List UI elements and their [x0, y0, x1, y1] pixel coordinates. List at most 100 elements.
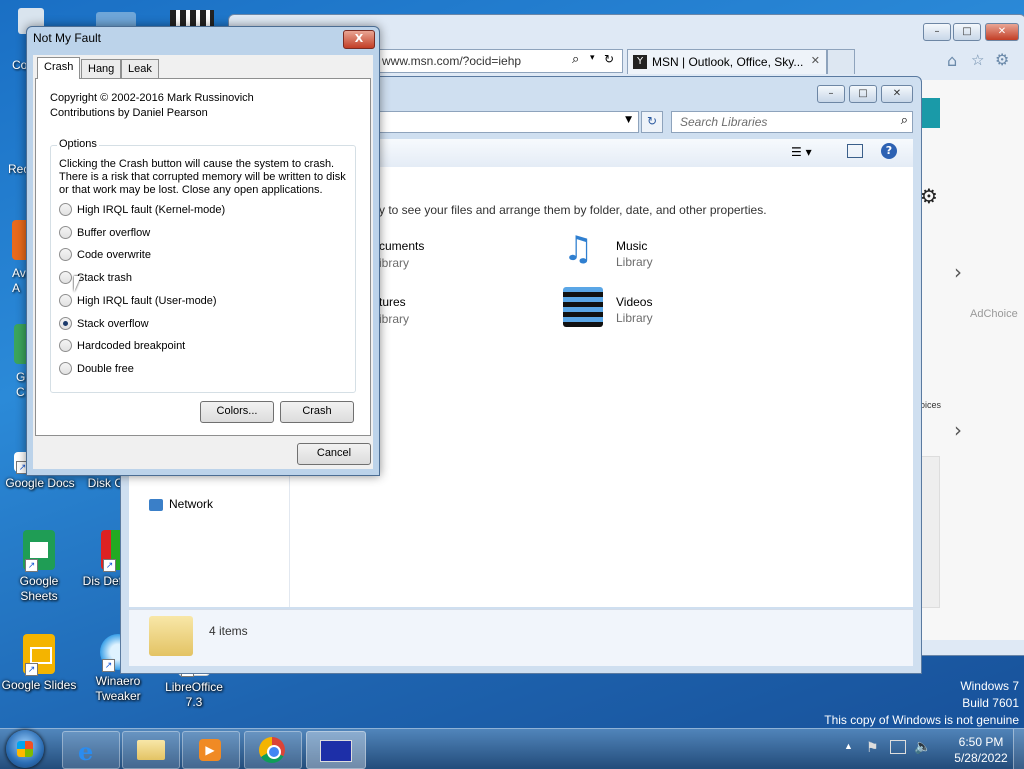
radio-button[interactable] — [59, 338, 72, 352]
home-icon[interactable]: ⌂ — [947, 51, 957, 70]
library-documents[interactable]: cuments ibrary — [379, 239, 424, 270]
ie-minimize-button[interactable]: – — [923, 23, 951, 41]
option-label: High IRQL fault (User-mode) — [77, 295, 217, 307]
nav-item-network[interactable]: Network — [149, 497, 213, 511]
option-stack-trash[interactable]: Stack trash — [59, 270, 132, 286]
radio-button[interactable] — [59, 270, 72, 284]
radio-button[interactable] — [59, 247, 72, 261]
desktop-icon-label: Google Docs — [5, 476, 75, 490]
action-center-flag-icon[interactable]: ⚑ — [866, 739, 879, 756]
option-label: High IRQL fault (Kernel-mode) — [77, 204, 226, 216]
dialog-close-button[interactable]: X — [343, 30, 375, 49]
windows-logo-icon — [17, 741, 33, 757]
ie-tab-title: MSN | Outlook, Office, Sky... — [652, 55, 804, 69]
nav-network-label: Network — [169, 497, 214, 511]
radio-button[interactable] — [59, 361, 72, 375]
ie-page-content: ⚙ › AdChoice oices › — [920, 80, 1024, 640]
ie-dropdown-icon[interactable]: ▾ — [590, 53, 595, 63]
option-double-free[interactable]: Double free — [59, 361, 134, 377]
taskbar-chrome[interactable] — [244, 731, 302, 769]
radio-button[interactable] — [59, 202, 72, 216]
ie-refresh-icon[interactable]: ↻ — [604, 52, 614, 66]
volume-icon[interactable]: 🔈 — [914, 738, 931, 755]
explorer-search-box[interactable]: Search Libraries ⌕ — [671, 111, 913, 133]
ie-address-text: www.msn.com/?ocid=iehp — [382, 54, 522, 68]
film-strip-icon — [563, 287, 603, 327]
dialog-client-area: Crash Hang Leak Copyright © 2002-2016 Ma… — [33, 55, 373, 469]
taskbar-notmyfault[interactable] — [306, 731, 366, 769]
libraries-intro: y to see your files and arrange them by … — [379, 203, 767, 217]
show-hidden-icons[interactable]: ▲ — [844, 741, 853, 751]
help-icon[interactable]: ? — [881, 143, 897, 159]
explorer-close-button[interactable]: ✕ — [881, 85, 913, 103]
ie-tab-close-icon[interactable]: ✕ — [811, 54, 820, 67]
adchoices-label[interactable]: AdChoice — [970, 308, 1018, 320]
clock[interactable]: 6:50 PM 5/28/2022 — [946, 734, 1016, 766]
ie-close-button[interactable]: ✕ — [985, 23, 1019, 41]
library-type: Library — [616, 255, 653, 269]
radio-button-selected[interactable] — [59, 316, 72, 330]
show-desktop-button[interactable] — [1013, 729, 1024, 769]
desktop-icon-label: Google Slides — [1, 678, 77, 692]
desktop-icon-label: LibreOffice 7.3 — [165, 680, 223, 709]
taskbar: e ▶ ▲ ⚑ 🔈 6:50 PM 5/28/2022 — [0, 728, 1024, 769]
tab-hang[interactable]: Hang — [81, 59, 122, 78]
network-tray-icon[interactable] — [890, 740, 906, 754]
carousel-next-icon[interactable]: › — [954, 260, 962, 284]
crash-tab-page: Copyright © 2002-2016 Mark Russinovich C… — [35, 78, 371, 436]
preview-pane-icon[interactable] — [847, 144, 863, 158]
desktop-icon-partial-2[interactable] — [14, 324, 26, 364]
settings-gear-icon[interactable]: ⚙ — [920, 184, 938, 208]
radio-button[interactable] — [59, 225, 72, 239]
option-buffer-overflow[interactable]: Buffer overflow — [59, 225, 150, 241]
explorer-address-bar[interactable]: ▼ — [371, 111, 639, 133]
dialog-title: Not My Fault — [33, 31, 102, 45]
desktop-icon-partial-1[interactable] — [12, 220, 26, 260]
carousel-next-icon-2[interactable]: › — [954, 418, 962, 442]
library-pictures[interactable]: tures ibrary — [379, 295, 409, 326]
ie-maximize-button[interactable]: □ — [953, 23, 981, 41]
desktop-icon-google-slides[interactable]: ↗ Google Slides — [1, 634, 77, 693]
desktop-partial-label-av: Av A — [12, 266, 26, 295]
search-icon[interactable]: ⌕ — [901, 113, 908, 128]
options-group: Options Clicking the Crash button will c… — [50, 138, 356, 393]
option-hardcoded-breakpoint[interactable]: Hardcoded breakpoint — [59, 338, 185, 354]
music-note-icon: ♫ — [563, 229, 594, 269]
option-high-irql-user[interactable]: High IRQL fault (User-mode) — [59, 293, 217, 309]
chrome-icon — [259, 737, 285, 763]
tools-gear-icon[interactable]: ⚙ — [995, 50, 1009, 69]
address-dropdown-icon[interactable]: ▼ — [625, 115, 632, 125]
option-code-overwrite[interactable]: Code overwrite — [59, 247, 151, 263]
explorer-maximize-button[interactable]: □ — [849, 85, 877, 103]
desktop-icon-google-sheets[interactable]: ↗ Google Sheets — [1, 530, 77, 604]
ie-address-bar[interactable]: www.msn.com/?ocid=iehp ⌕ ▾ ↻ — [377, 49, 623, 73]
taskbar-internet-explorer[interactable]: e — [62, 731, 120, 769]
favorites-star-icon[interactable]: ☆ — [971, 51, 984, 69]
ie-tab-msn[interactable]: Y MSN | Outlook, Office, Sky... ✕ — [627, 49, 827, 74]
start-button[interactable] — [6, 730, 44, 768]
ie-search-icon[interactable]: ⌕ — [572, 52, 579, 67]
radio-button[interactable] — [59, 293, 72, 307]
library-name: cuments — [379, 239, 425, 253]
library-type: ibrary — [379, 256, 410, 270]
cancel-button[interactable]: Cancel — [297, 443, 371, 465]
colors-button[interactable]: Colors... — [200, 401, 274, 423]
taskbar-windows-explorer[interactable] — [122, 731, 180, 769]
shortcut-arrow-icon: ↗ — [103, 559, 116, 572]
options-group-label: Options — [57, 138, 99, 150]
ie-new-tab-button[interactable] — [827, 49, 855, 74]
explorer-minimize-button[interactable]: – — [817, 85, 845, 103]
option-high-irql-kernel[interactable]: High IRQL fault (Kernel-mode) — [59, 202, 225, 218]
watermark-line-1: Windows 7 — [960, 679, 1019, 693]
tab-leak[interactable]: Leak — [121, 59, 159, 78]
shortcut-arrow-icon: ↗ — [25, 663, 38, 676]
network-icon — [149, 499, 163, 511]
desktop-icon-label: Google Sheets — [19, 574, 59, 603]
notmyfault-dialog[interactable]: Not My Fault X Crash Hang Leak Copyright… — [26, 26, 380, 476]
crash-button[interactable]: Crash — [280, 401, 354, 423]
view-options-icon[interactable]: ☰ ▾ — [791, 145, 812, 159]
tab-crash[interactable]: Crash — [37, 57, 81, 79]
taskbar-media-player[interactable]: ▶ — [182, 731, 240, 769]
option-stack-overflow[interactable]: Stack overflow — [59, 316, 149, 332]
explorer-refresh-button[interactable]: ↻ — [641, 111, 663, 133]
